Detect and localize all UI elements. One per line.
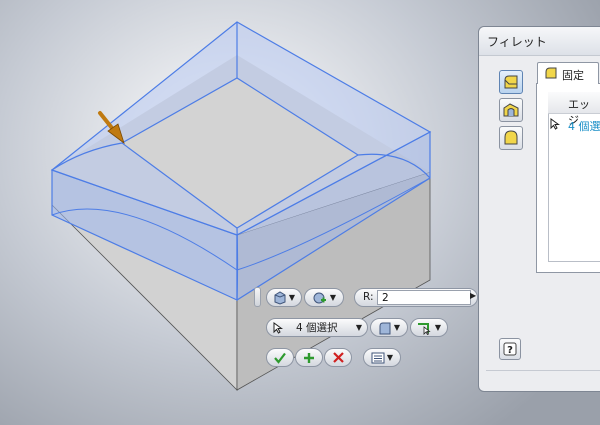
chevron-down-icon: ▼ [329, 293, 337, 302]
apply-button[interactable] [295, 348, 323, 367]
fillet-shape-button[interactable]: ▼ [370, 318, 408, 337]
full-round-fillet-mode-button[interactable] [499, 126, 523, 150]
options-menu-button[interactable]: ▼ [363, 348, 401, 367]
fillet-edge-front [236, 227, 239, 301]
edge-fillet-icon [504, 75, 518, 89]
solid-select-button[interactable]: ▼ [266, 288, 302, 307]
radius-label: R: [363, 291, 374, 303]
shape-edge-select-icon [417, 322, 431, 335]
full-round-fillet-icon [504, 130, 518, 145]
dialog-title: フィレット [487, 35, 547, 49]
mini-toolbar-handle[interactable] [254, 287, 261, 307]
dialog-footer-divider [486, 370, 600, 385]
plus-icon [304, 352, 314, 363]
chevron-down-icon: ▼ [386, 353, 394, 362]
dialog-titlebar[interactable]: フィレット [479, 27, 600, 56]
help-button[interactable]: ? [499, 338, 521, 360]
close-icon [332, 352, 344, 363]
cancel-button[interactable] [324, 348, 352, 367]
chevron-down-icon: ▼ [355, 323, 362, 332]
check-icon [274, 352, 286, 364]
fillet-shape-icon [379, 322, 391, 334]
chevron-down-icon: ▼ [393, 323, 401, 332]
edge-select-mode-button[interactable]: ▼ [410, 318, 448, 337]
list-options-icon [371, 352, 385, 363]
pointer-icon [273, 321, 284, 334]
tab-fixed-label: 固定 [562, 69, 584, 82]
edge-list-row[interactable]: 4 個選 [568, 118, 600, 134]
tab-fixed[interactable]: 固定 [537, 62, 599, 84]
svg-text:?: ? [507, 345, 513, 356]
chevron-down-icon: ▼ [288, 293, 296, 302]
pointer-icon [550, 118, 560, 130]
toolbar-scroll-arrow-icon[interactable]: ▶ [470, 291, 478, 304]
chevron-down-icon: ▼ [434, 323, 442, 332]
edge-fillet-mode-button[interactable] [499, 70, 523, 94]
edge-add-icon [313, 292, 326, 303]
selection-count-label: 4 個選択 [296, 322, 338, 334]
add-edge-button[interactable]: ▼ [304, 288, 344, 307]
radius-field-group: R: [354, 288, 478, 307]
help-icon: ? [503, 342, 517, 356]
face-fillet-icon [503, 103, 519, 117]
solid-body-icon [274, 290, 286, 305]
selection-dropdown[interactable]: 4 個選択 ▼ [266, 318, 368, 337]
face-fillet-mode-button[interactable] [499, 98, 523, 122]
edge-fillet-icon [545, 67, 557, 79]
radius-input[interactable] [377, 290, 471, 305]
ok-button[interactable] [266, 348, 294, 367]
